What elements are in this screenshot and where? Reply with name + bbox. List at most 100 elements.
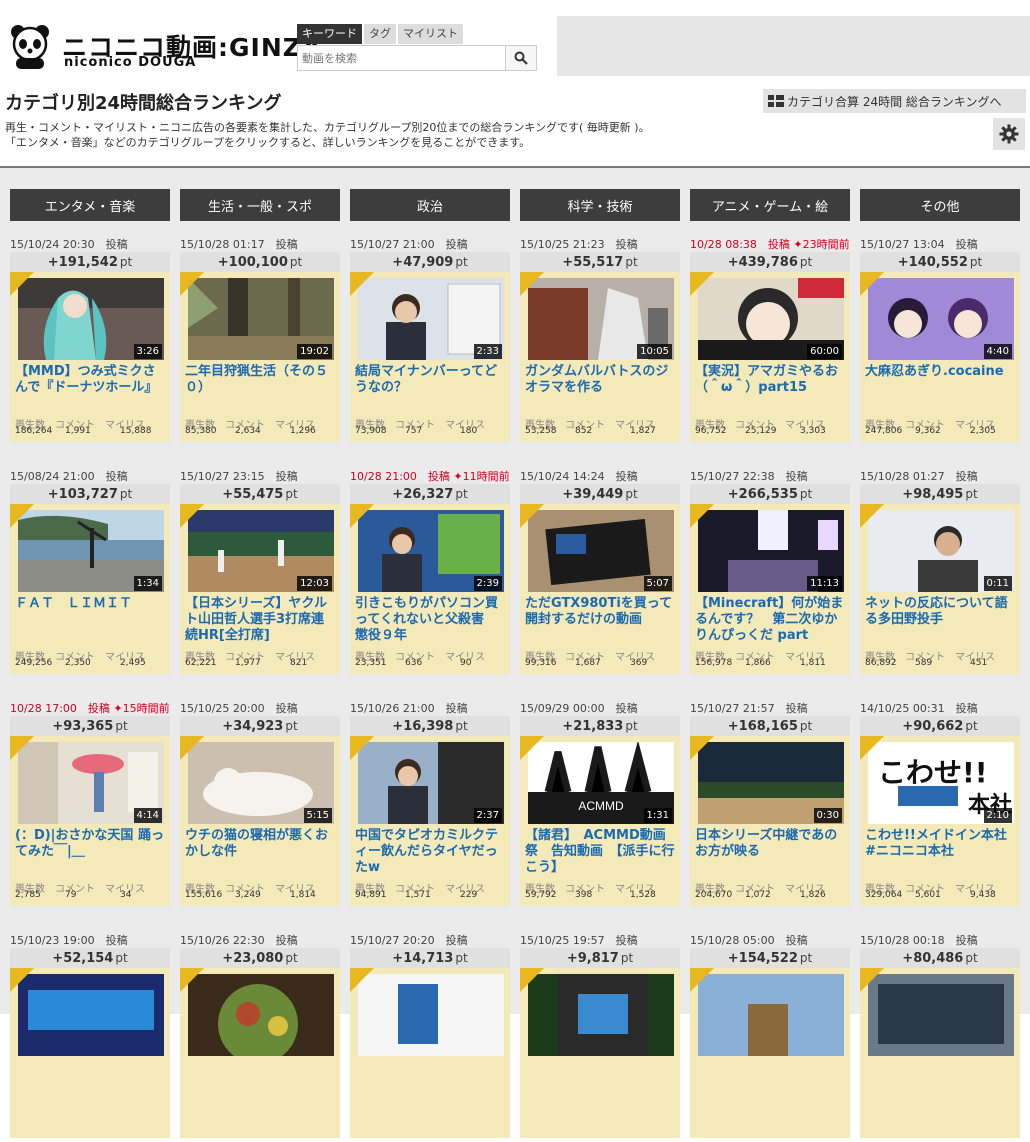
ranking-points: +23,080 pt <box>180 948 340 968</box>
video-card[interactable]: 15/10/28 01:27 投稿 +98,495 pt 0:11 ネットの反応について… <box>860 468 1020 678</box>
post-date: 15/10/28 00:18 投稿 <box>860 934 978 947</box>
video-card[interactable]: 15/10/23 19:00 投稿 +52,154 pt <box>10 932 170 1142</box>
video-title[interactable]: 【Minecraft】何が始まるんです？ 第二次ゆかりんぴっくだ part <box>695 596 847 644</box>
video-card[interactable]: 14/10/25 00:31 投稿 +90,662 pt こわせ!! 本社 2:10 こわせ… <box>860 700 1020 910</box>
video-title[interactable]: 中国でタピオカミルクティー飲んだらタイヤだったw <box>355 828 507 876</box>
video-title[interactable]: ＦＡＴ ＬＩＭＩＴ <box>15 596 167 644</box>
view-count: 62,221 <box>185 658 217 668</box>
category-header-politics[interactable]: 政治 <box>350 189 510 221</box>
search-input[interactable] <box>298 46 506 70</box>
video-card[interactable]: 15/10/28 00:18 投稿 +80,486 pt <box>860 932 1020 1142</box>
video-card[interactable]: 15/10/27 21:57 投稿 +168,165 pt 0:30 日本シリーズ中継で… <box>690 700 850 910</box>
pt-unit: pt <box>285 487 298 501</box>
view-count: 23,351 <box>355 658 387 668</box>
time-ago-badge: ✦15時間前 <box>113 702 170 715</box>
settings-button[interactable] <box>993 118 1025 150</box>
video-thumbnail[interactable] <box>868 974 1014 1056</box>
category-header-science-tech[interactable]: 科学・技術 <box>520 189 680 221</box>
video-card[interactable]: 10/28 17:00 投稿 ✦15時間前 +93,365 pt 4:14 (：D)|お… <box>10 700 170 910</box>
video-title[interactable]: (：D)|おさかな天国 踊ってみた￣|＿ <box>15 828 167 876</box>
category-header-anime-game-art[interactable]: アニメ・ゲーム・絵 <box>690 189 850 221</box>
pt-unit: pt <box>455 255 468 269</box>
video-thumbnail[interactable] <box>188 974 334 1056</box>
search-button[interactable] <box>505 46 536 70</box>
niconico-logo[interactable]: ニコニコ動画:GINZA niconico DOUGA <box>10 24 321 72</box>
post-date: 15/09/29 00:00 投稿 <box>520 702 638 715</box>
video-duration: 2:10 <box>983 808 1012 823</box>
video-card[interactable]: 15/10/28 01:17 投稿 +100,100 pt 19:02 二年目狩猟生活（… <box>180 236 340 446</box>
video-card[interactable]: 15/10/26 22:30 投稿 +23,080 pt <box>180 932 340 1142</box>
rank-corner-icon <box>350 968 374 992</box>
ranking-points: +26,327 pt <box>350 484 510 504</box>
header: ニコニコ動画:GINZA niconico DOUGA キーワード タグ マイリ… <box>0 0 1030 86</box>
video-card[interactable]: 15/10/25 19:57 投稿 +9,817 pt <box>520 932 680 1142</box>
video-title[interactable]: ただGTX980Tiを買って開封するだけの動画 <box>525 596 677 644</box>
search-icon <box>514 51 528 65</box>
video-title[interactable]: 【日本シリーズ】ヤクルト山田哲人選手3打席連続HR[全打席] <box>185 596 337 644</box>
category-header-entame-music[interactable]: エンタメ・音楽 <box>10 189 170 221</box>
video-title[interactable]: 引きこもりがパソコン買ってくれないと父殺害 懲役９年 <box>355 596 507 644</box>
video-duration: 19:02 <box>297 344 332 359</box>
video-card[interactable]: 15/10/24 20:30 投稿 +191,542 pt 3:26 【MMD】つみ式ミ… <box>10 236 170 446</box>
view-count: 156,978 <box>695 658 733 668</box>
video-title[interactable]: 【実況】アマガミやるお（＾ω＾）part15 <box>695 364 847 412</box>
video-thumbnail[interactable] <box>528 974 674 1056</box>
category-header-other[interactable]: その他 <box>860 189 1020 221</box>
mylist-count: 2,495 <box>120 658 146 668</box>
video-card[interactable]: 15/09/29 00:00 投稿 +21,833 pt ACMMD 1:31 【諸君】 … <box>520 700 680 910</box>
video-title[interactable]: 【MMD】つみ式ミクさんで『ドーナツホール』 <box>15 364 167 412</box>
video-card[interactable]: 10/28 08:38 投稿 ✦23時間前 +439,786 pt 60:00 【実況】… <box>690 236 850 446</box>
video-card[interactable]: 15/10/27 23:15 投稿 +55,475 pt 12:03 【日本シリーズ】ヤ… <box>180 468 340 678</box>
video-title[interactable]: 日本シリーズ中継であのお方が映る <box>695 828 847 876</box>
video-card[interactable]: 15/10/25 20:00 投稿 +34,923 pt 5:15 ウチの猫の寝相が悪く… <box>180 700 340 910</box>
view-count: 85,380 <box>185 426 217 436</box>
video-title[interactable]: ネットの反応について語る多田野投手 <box>865 596 1017 644</box>
video-title[interactable]: 二年目狩猟生活（その５０） <box>185 364 337 412</box>
ad-banner[interactable] <box>557 16 1030 76</box>
video-title[interactable]: ウチの猫の寝相が悪くおかしな件 <box>185 828 337 876</box>
video-card[interactable]: 15/10/24 14:24 投稿 +39,449 pt 5:07 ただGTX980Ti… <box>520 468 680 678</box>
ranking-points: +47,909 pt <box>350 252 510 272</box>
video-thumbnail[interactable] <box>358 974 504 1056</box>
tab-tag[interactable]: タグ <box>364 24 396 44</box>
video-title[interactable]: 【諸君】 ACMMD動画祭 告知動画 【派手に行こう】 <box>525 828 677 876</box>
stat-values: 155,616 3,249 1,814 <box>185 890 337 900</box>
ranking-points: +80,486 pt <box>860 948 1020 968</box>
tab-keyword[interactable]: キーワード <box>297 24 362 44</box>
video-thumbnail[interactable] <box>18 974 164 1056</box>
video-title[interactable]: ガンダムバルバトスのジオラマを作る <box>525 364 677 412</box>
video-title[interactable]: 結局マイナンバーってどうなの？ <box>355 364 507 412</box>
video-title[interactable]: こわせ!!メイドイン本社 #ニコニコ本社 <box>865 828 1017 876</box>
post-date: 15/10/27 23:15 投稿 <box>180 470 298 483</box>
video-card[interactable]: 15/10/25 21:23 投稿 +55,517 pt 10:05 ガンダムバルバトス… <box>520 236 680 446</box>
mylist-count: 15,888 <box>120 426 152 436</box>
video-card[interactable]: 15/10/28 05:00 投稿 +154,522 pt <box>690 932 850 1142</box>
mylist-count: 821 <box>290 658 308 668</box>
video-card[interactable]: 15/08/24 21:00 投稿 +103,727 pt 1:34 ＦＡＴ ＬＩＭＩＴ… <box>10 468 170 678</box>
pt-unit: pt <box>285 719 298 733</box>
pt-unit: pt <box>455 719 468 733</box>
post-date: 15/10/28 01:27 投稿 <box>860 470 978 483</box>
video-card[interactable]: 10/28 21:00 投稿 ✦11時間前 +26,327 pt 2:39 引きこもりが… <box>350 468 510 678</box>
pt-unit: pt <box>119 255 133 269</box>
video-card[interactable]: 15/10/27 22:38 投稿 +266,535 pt 11:13 【Minecra… <box>690 468 850 678</box>
view-count: 53,258 <box>525 426 557 436</box>
video-card[interactable]: 15/10/27 21:00 投稿 +47,909 pt 2:33 結局マイナンバーって… <box>350 236 510 446</box>
post-date: 10/28 08:38 投稿 ✦23時間前 <box>690 238 850 251</box>
category-header-life-general-sports[interactable]: 生活・一般・スポ <box>180 189 340 221</box>
comment-count: 2,350 <box>65 658 91 668</box>
rank-corner-icon <box>520 736 544 760</box>
video-card[interactable]: 15/10/27 20:20 投稿 +14,713 pt <box>350 932 510 1142</box>
video-thumbnail[interactable] <box>698 974 844 1056</box>
stat-values: 329,064 5,601 9,438 <box>865 890 1017 900</box>
mylist-count: 1,296 <box>290 426 316 436</box>
tab-mylist[interactable]: マイリスト <box>398 24 463 44</box>
all-category-ranking-button[interactable]: カテゴリ合算 24時間 総合ランキングへ <box>763 89 1026 113</box>
comment-count: 79 <box>65 890 77 900</box>
video-card[interactable]: 15/10/26 21:00 投稿 +16,398 pt 2:37 中国でタピオカミルク… <box>350 700 510 910</box>
video-card[interactable]: 15/10/27 13:04 投稿 +140,552 pt 4:40 大麻忍あぎり.co… <box>860 236 1020 446</box>
rank-corner-icon <box>860 504 884 528</box>
panda-icon <box>11 25 49 69</box>
video-title[interactable]: 大麻忍あぎり.cocaine <box>865 364 1017 412</box>
post-date: 15/10/28 05:00 投稿 <box>690 934 808 947</box>
